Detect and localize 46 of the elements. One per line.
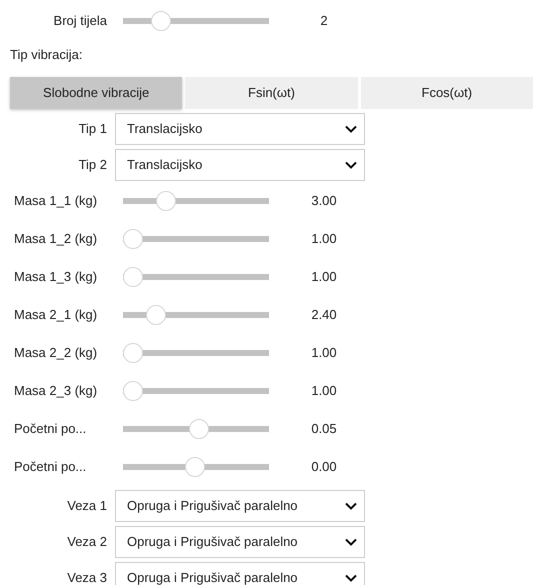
slider-label: Broj tijela bbox=[52, 12, 107, 30]
slider-label: Masa 2_2 (kg) bbox=[13, 344, 98, 362]
slider-thumb[interactable] bbox=[146, 305, 166, 325]
chevron-down-icon bbox=[345, 125, 357, 133]
slider-value: 0.05 bbox=[310, 420, 338, 438]
dropdown[interactable]: Opruga i Prigušivač paralelno bbox=[115, 562, 365, 585]
dropdown-label: Tip 2 bbox=[78, 156, 107, 174]
dropdown-label: Tip 1 bbox=[78, 120, 107, 138]
chevron-down-icon bbox=[345, 538, 357, 546]
slider-label: Masa 1_3 (kg) bbox=[13, 268, 98, 286]
slider-thumb[interactable] bbox=[123, 267, 143, 287]
section-label: Tip vibracija: bbox=[9, 46, 84, 64]
dropdown-label: Veza 1 bbox=[66, 497, 107, 516]
chevron-down-icon bbox=[345, 502, 357, 510]
dropdown[interactable]: Translacijsko bbox=[115, 113, 365, 145]
tab[interactable]: Fsin(ωt) bbox=[185, 77, 358, 109]
slider-label: Masa 1_1 (kg) bbox=[13, 192, 98, 210]
slider-value: 2.40 bbox=[310, 306, 338, 324]
dropdown-label: Veza 3 bbox=[66, 569, 107, 585]
slider-thumb[interactable] bbox=[150, 11, 171, 31]
chevron-down-icon bbox=[345, 161, 357, 169]
slider-label: Masa 1_2 (kg) bbox=[13, 230, 98, 248]
slider-value: 2 bbox=[319, 12, 329, 30]
dropdown[interactable]: Opruga i Prigušivač paralelno bbox=[115, 526, 365, 558]
slider-thumb[interactable] bbox=[123, 343, 143, 363]
slider-value: 1.00 bbox=[310, 230, 338, 248]
slider-value: 3.00 bbox=[310, 192, 338, 210]
slider-label: Početni po... bbox=[13, 420, 88, 438]
tab[interactable]: Fcos(ωt) bbox=[360, 77, 533, 109]
chevron-down-icon bbox=[345, 574, 357, 582]
dropdown[interactable]: Translacijsko bbox=[115, 149, 365, 181]
dropdown-label: Veza 2 bbox=[66, 533, 107, 552]
slider-thumb[interactable] bbox=[156, 191, 176, 211]
slider-value: 1.00 bbox=[310, 268, 338, 286]
dropdown[interactable]: Opruga i Prigušivač paralelno bbox=[115, 490, 365, 522]
slider-label: Masa 2_3 (kg) bbox=[13, 382, 98, 400]
slider-value: 0.00 bbox=[310, 458, 338, 476]
slider-thumb[interactable] bbox=[188, 419, 209, 439]
slider-label: Početni po... bbox=[13, 458, 88, 476]
tab[interactable]: Slobodne vibracije bbox=[10, 77, 182, 109]
slider-value: 1.00 bbox=[310, 382, 338, 400]
slider-thumb[interactable] bbox=[123, 229, 143, 249]
slider-thumb[interactable] bbox=[184, 457, 205, 477]
slider-value: 1.00 bbox=[310, 344, 338, 362]
slider-thumb[interactable] bbox=[123, 381, 143, 401]
slider-label: Masa 2_1 (kg) bbox=[13, 306, 98, 324]
